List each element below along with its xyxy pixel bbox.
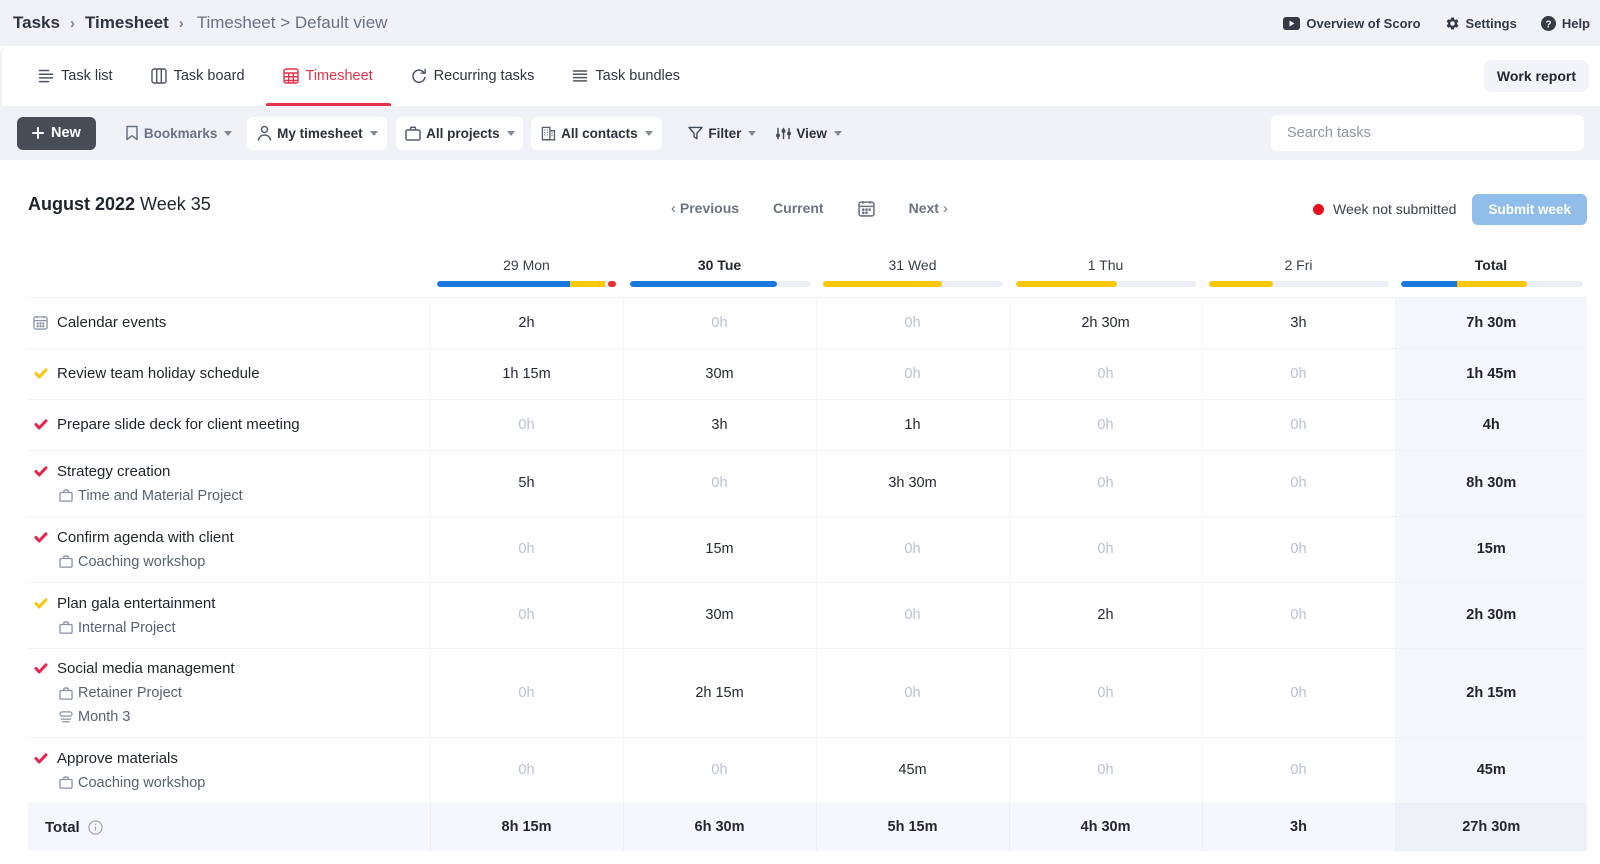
svg-text:?: ? [1545, 19, 1551, 30]
